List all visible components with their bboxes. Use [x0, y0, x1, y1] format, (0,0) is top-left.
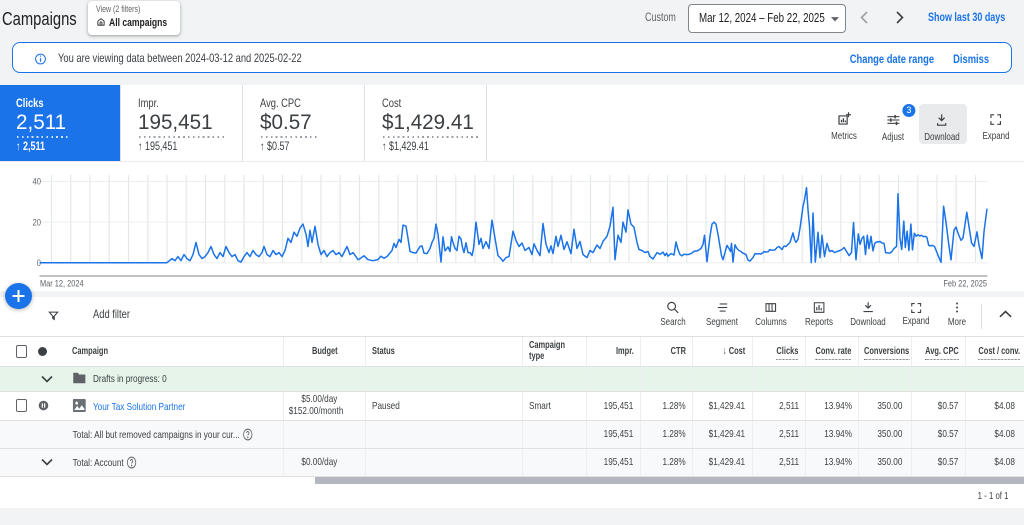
svg-text:Mar 12, 2024: Mar 12, 2024 [40, 278, 84, 289]
svg-text:Feb 22, 2025: Feb 22, 2025 [943, 278, 987, 289]
svg-text:20: 20 [33, 216, 42, 227]
svg-text:40: 40 [33, 176, 42, 187]
